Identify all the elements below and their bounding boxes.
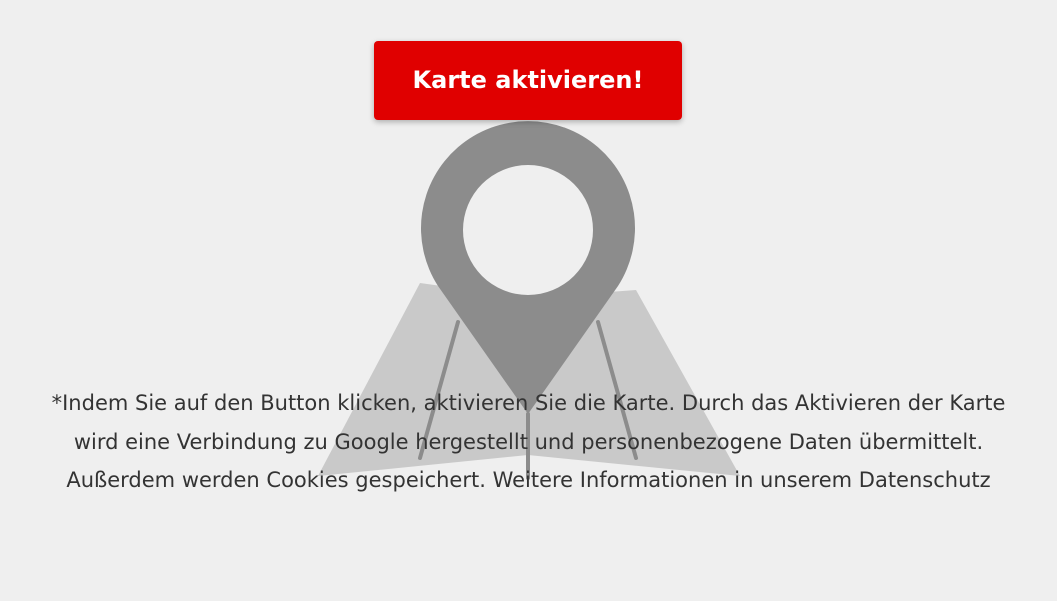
- map-consent-notice: *Indem Sie auf den Button klicken, aktiv…: [36, 384, 1021, 500]
- activate-map-button[interactable]: Karte aktivieren!: [374, 41, 682, 120]
- location-pin-icon: [420, 121, 635, 414]
- map-consent-placeholder: Karte aktivieren! *Indem Sie auf den But…: [0, 0, 1057, 601]
- privacy-policy-link[interactable]: Datenschutz: [859, 468, 991, 492]
